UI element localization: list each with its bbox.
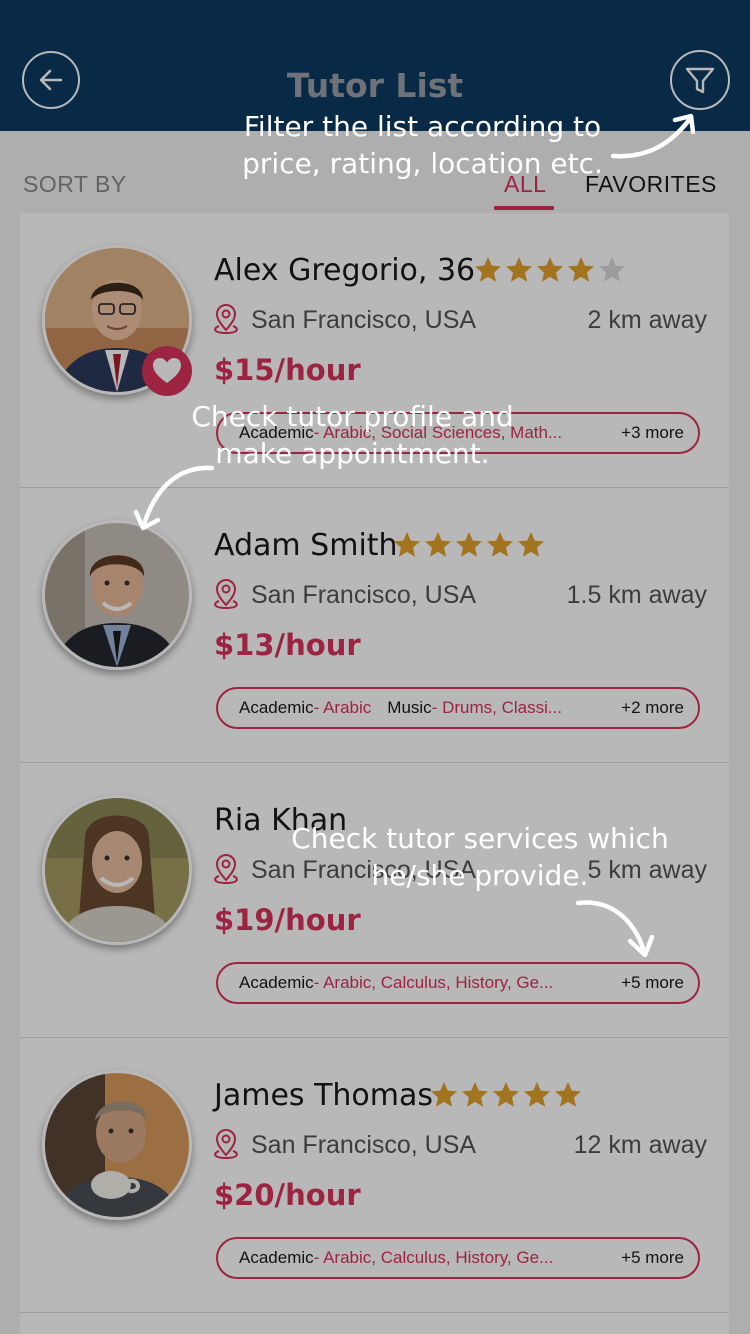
hint-line: Filter the list according to (243, 110, 602, 143)
hint-line: make appointment. (215, 437, 490, 470)
services-hint: Check tutor services which he/she provid… (290, 820, 670, 894)
coachmark-overlay[interactable]: Filter the list according to price, rati… (0, 0, 750, 1334)
curved-arrow-icon (575, 900, 655, 958)
curved-arrow-icon (610, 113, 696, 159)
curved-arrow-icon (133, 465, 215, 531)
hint-line: price, rating, location etc. (242, 147, 603, 180)
filter-hint: Filter the list according to price, rati… (230, 108, 615, 182)
hint-line: Check tutor profile and (191, 400, 514, 433)
hint-line: Check tutor services which (291, 822, 669, 855)
profile-hint: Check tutor profile and make appointment… (185, 398, 520, 472)
hint-line: he/she provide. (371, 859, 589, 892)
